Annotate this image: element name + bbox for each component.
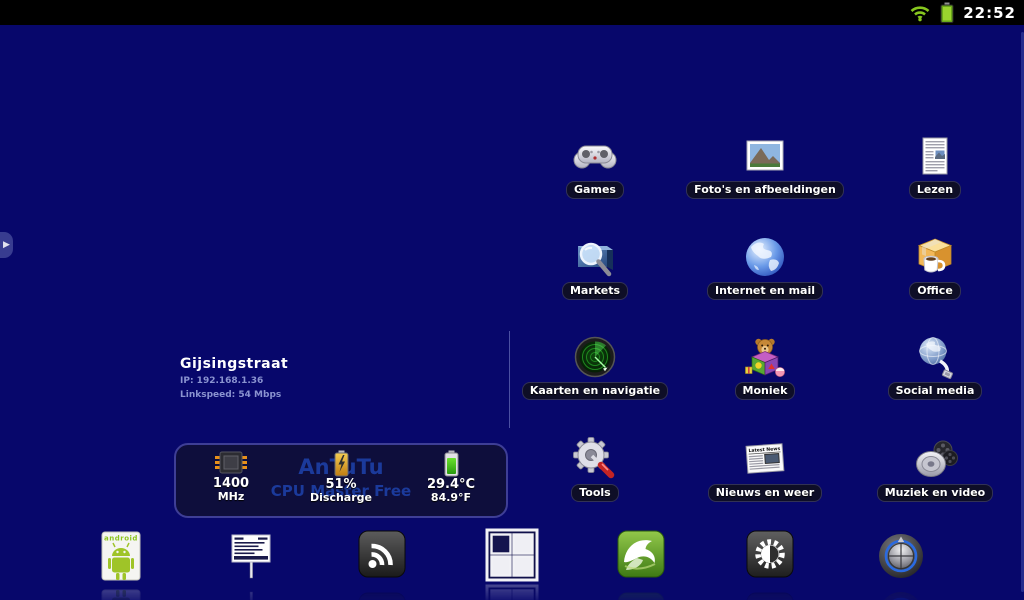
status-bar: 22:52 [0, 0, 1024, 25]
cpu-chip-icon [215, 451, 247, 474]
dock-app-drawer[interactable] [482, 528, 542, 582]
folder-label: Games [566, 181, 624, 199]
toybox-icon [745, 338, 785, 377]
dock-knob-app[interactable] [871, 530, 931, 584]
battery-discharge-block: 51% Discharge [286, 445, 396, 516]
folder-label: Moniek [734, 382, 796, 400]
folder-fotos[interactable]: Foto's en afbeeldingen [675, 133, 855, 199]
folder-label: Internet en mail [707, 282, 823, 300]
folder-tools[interactable]: Tools [505, 436, 685, 502]
widget-divider [509, 331, 510, 428]
folder-lezen[interactable]: Lezen [845, 133, 1024, 199]
home-screen: 22:52 ▶ Games Foto's en afbeeldingen Lez… [0, 0, 1024, 600]
svg-text:android: android [104, 535, 138, 543]
wifi-ip: IP: 192.168.1.36 [180, 376, 264, 386]
green-battery-icon [444, 450, 458, 477]
metal-knob-icon [879, 534, 923, 578]
folder-label: Muziek en video [876, 484, 994, 502]
app-grid-icon [485, 528, 539, 582]
wifi-ssid: Gijsingstraat [180, 356, 289, 372]
folder-games[interactable]: Games [505, 133, 685, 199]
clock: 22:52 [963, 3, 1016, 22]
radar-icon [574, 336, 616, 378]
cpu-frequency-block: 1400 MHz [176, 445, 286, 516]
folder-social[interactable]: Social media [845, 334, 1024, 400]
folder-moniek[interactable]: Moniek [675, 334, 855, 400]
android-card-icon: android [101, 531, 141, 581]
folder-nieuws[interactable]: Latest News Nieuws en weer [675, 436, 855, 502]
dock-android-app[interactable]: android [91, 530, 151, 584]
globe-icon [746, 238, 784, 276]
antutu-cpu-widget[interactable]: AnTuTu CPU Master Free 1400 MHz 51% [174, 443, 508, 518]
globe-cable-icon [919, 337, 953, 379]
market-search-icon [578, 242, 613, 277]
brightness-icon [746, 530, 794, 578]
folder-label: Nieuws en weer [707, 484, 823, 502]
folder-label: Markets [561, 282, 629, 300]
battery-status-icon [940, 2, 954, 23]
expand-arrow-icon: ▶ [3, 239, 10, 250]
dock-brightness-app[interactable] [740, 530, 800, 584]
wifi-status-icon [910, 5, 930, 21]
folder-label: Lezen [908, 181, 962, 199]
dock-sign-app[interactable] [221, 530, 281, 584]
folder-kaarten[interactable]: Kaarten en navigatie [505, 334, 685, 400]
dock-dolphin-browser[interactable] [611, 530, 671, 584]
wifi-linkspeed: Linkspeed: 54 Mbps [180, 390, 282, 400]
dolphin-browser-icon [617, 530, 665, 578]
wifi-widget[interactable]: Gijsingstraat IP: 192.168.1.36 Linkspeed… [180, 356, 288, 400]
dock-rss-app[interactable] [352, 530, 412, 584]
folder-label: Kaarten en navigatie [521, 382, 669, 400]
coffee-box-icon [917, 238, 953, 273]
folder-label: Office [909, 282, 961, 300]
photo-icon [746, 140, 784, 171]
gamepad-icon [573, 145, 617, 169]
charging-battery-icon [334, 450, 348, 477]
folder-muziek[interactable]: Muziek en video [845, 436, 1024, 502]
folder-label: Foto's en afbeeldingen [686, 181, 844, 199]
folder-office[interactable]: Office [845, 234, 1024, 300]
document-icon [922, 137, 948, 175]
folder-internet[interactable]: Internet en mail [675, 234, 855, 300]
rss-icon [358, 530, 406, 578]
folder-label: Tools [571, 484, 619, 502]
sign-antenna-icon [231, 534, 271, 579]
newspaper-icon: Latest News [745, 443, 785, 474]
gear-screwdriver-icon [573, 437, 615, 479]
speaker-film-icon [916, 440, 958, 477]
folder-markets[interactable]: Markets [505, 234, 685, 300]
folder-label: Social media [887, 382, 983, 400]
temperature-block: 29.4°C 84.9°F [396, 445, 506, 516]
edge-expand-handle[interactable]: ▶ [0, 232, 13, 258]
